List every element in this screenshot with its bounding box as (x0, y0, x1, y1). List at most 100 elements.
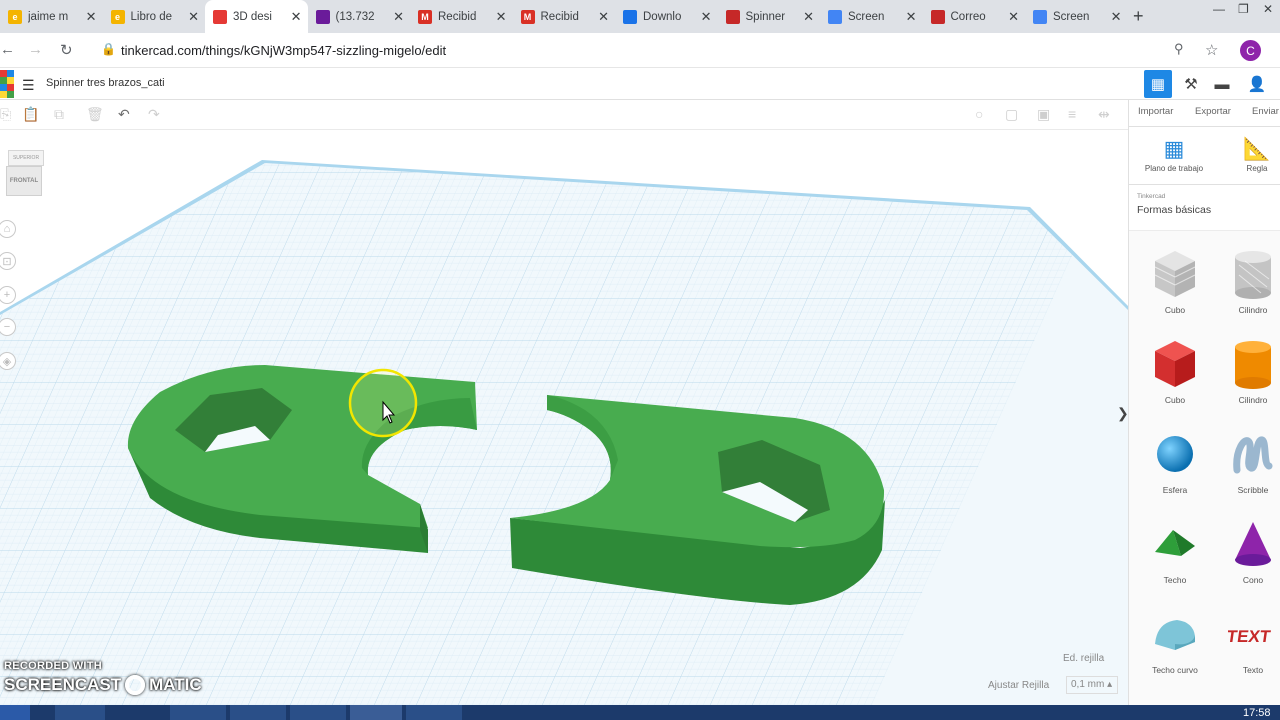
tab-title: Libro de (130, 10, 173, 23)
reload-icon[interactable]: ↻ (60, 41, 73, 59)
tab-3[interactable]: (13.732 ✕ (308, 0, 411, 33)
tab-close-icon[interactable]: ✕ (393, 9, 404, 25)
shape-tile-9[interactable]: TEXT Texto (1219, 605, 1280, 675)
workplane-scene[interactable] (0, 130, 1128, 705)
copy-icon[interactable]: ⎘ (0, 106, 11, 123)
svg-text:TEXT: TEXT (1228, 627, 1272, 646)
import-button[interactable]: Importar (1138, 106, 1173, 117)
paste-icon[interactable]: 📋 (22, 106, 39, 123)
gmail-icon: M (520, 9, 535, 24)
codeblocks-icon[interactable]: ▬ (1208, 70, 1236, 98)
redo-icon[interactable]: ↷ (148, 106, 160, 123)
send-button[interactable]: Enviar (1252, 106, 1279, 117)
mirror-icon[interactable]: ⇹ (1098, 106, 1110, 123)
viewcube-front-face[interactable]: FRONTAL (6, 166, 42, 196)
lock-icon[interactable]: 🔒 (101, 42, 116, 56)
tab-close-icon[interactable]: ✕ (291, 9, 302, 25)
tab-6[interactable]: Downlo ✕ (615, 0, 718, 33)
group-icon[interactable]: ▢ (1005, 106, 1018, 123)
ungroup-icon[interactable]: ▣ (1037, 106, 1050, 123)
3d-viewport[interactable]: SUPERIOR FRONTAL ⌂ ⊡ + − ◈ Ed. rejilla A… (0, 130, 1128, 705)
tab-10[interactable]: Screen ✕ (1025, 0, 1128, 33)
text-icon: TEXT (1219, 605, 1280, 665)
tab-5[interactable]: M Recibid ✕ (513, 0, 616, 33)
build-tools-icon[interactable]: ⚒ (1177, 70, 1205, 98)
tab-close-icon[interactable]: ✕ (1111, 9, 1122, 25)
zoom-icon[interactable]: ⚲ (1174, 41, 1184, 57)
duplicate-icon[interactable]: ⧉ (54, 106, 64, 123)
taskbar-snip[interactable] (406, 705, 462, 720)
tab-9[interactable]: Correo ✕ (923, 0, 1026, 33)
shape-tile-0[interactable]: Cubo (1141, 245, 1209, 315)
shape-tile-7[interactable]: Cono (1219, 515, 1280, 585)
shape-tile-3[interactable]: Cilindro (1219, 335, 1280, 405)
category-select[interactable]: Formas básicas (1137, 204, 1211, 216)
shapes-grid: Cubo Cilindro Cubo Cilindro Esfera Scribble Te… (1129, 230, 1280, 705)
new-tab-button[interactable]: + (1133, 6, 1144, 27)
panel-divider-2 (1129, 184, 1280, 185)
tab-close-icon[interactable]: ✕ (188, 9, 199, 25)
shape-tile-6[interactable]: Techo (1141, 515, 1209, 585)
start-button[interactable] (0, 705, 30, 720)
taskbar-app[interactable] (170, 705, 226, 720)
shape-tile-1[interactable]: Cilindro (1219, 245, 1280, 315)
snap-grid-label: Ajustar Rejilla (988, 680, 1050, 691)
taskbar-store[interactable] (110, 705, 160, 720)
snap-grid-select[interactable]: 0,1 mm ▴ (1066, 676, 1118, 694)
grid-view-icon[interactable]: ▦ (1144, 70, 1172, 98)
category-source: Tinkercad (1137, 193, 1166, 200)
tab-close-icon[interactable]: ✕ (701, 9, 712, 25)
tab-7[interactable]: Spinner ✕ (718, 0, 821, 33)
view-cube[interactable]: SUPERIOR FRONTAL (4, 150, 44, 196)
align-icon[interactable]: ≡ (1068, 106, 1076, 122)
taskbar-app-2[interactable] (290, 705, 346, 720)
project-menu-icon[interactable]: ☰ (22, 77, 35, 94)
taskbar-chrome[interactable] (350, 705, 402, 720)
back-icon[interactable]: ← (0, 41, 15, 58)
bookmark-star-icon[interactable]: ☆ (1205, 41, 1218, 59)
cylinder-icon (1219, 335, 1280, 395)
tab-close-icon[interactable]: ✕ (598, 9, 609, 25)
workplane-tool[interactable]: ▦ Plano de trabajo (1139, 136, 1209, 173)
edit-grid-button[interactable]: Ed. rejilla (1063, 653, 1104, 664)
url-field[interactable]: tinkercad.com/things/kGNjW3mp547-sizzlin… (121, 43, 446, 58)
edit-toolbar: ⎘ 📋 ⧉ 🗑 ↶ ↷ ○ ▢ ▣ ≡ ⇹ (0, 100, 1128, 130)
minimize-icon[interactable]: — (1213, 2, 1225, 16)
taskbar-ie[interactable] (55, 705, 105, 720)
workplane-label: Plano de trabajo (1144, 164, 1204, 173)
shape-tile-8[interactable]: Techo curvo (1141, 605, 1209, 675)
tab-title: Recibid (438, 10, 477, 23)
forward-icon[interactable]: → (28, 41, 43, 58)
maximize-icon[interactable]: ❐ (1238, 2, 1249, 16)
ruler-tool[interactable]: 📐 Regla (1237, 136, 1277, 173)
tab-close-icon[interactable]: ✕ (803, 9, 814, 25)
shape-tile-2[interactable]: Cubo (1141, 335, 1209, 405)
tinkercad-header: ☰ Spinner tres brazos_cati ▦ ⚒ ▬ 👤 (0, 68, 1280, 100)
tinkercad-logo[interactable] (0, 70, 14, 98)
delete-icon[interactable]: 🗑 (86, 106, 104, 123)
shape-label: Techo (1163, 575, 1187, 585)
tab-2[interactable]: 3D desi ✕ (205, 0, 308, 33)
viewcube-top-face[interactable]: SUPERIOR (8, 150, 44, 166)
tab-close-icon[interactable]: ✕ (86, 9, 97, 25)
share-user-icon[interactable]: 👤 (1243, 70, 1271, 98)
taskbar-explorer[interactable] (230, 705, 286, 720)
shape-tile-5[interactable]: Scribble (1219, 425, 1280, 495)
tab-1[interactable]: e Libro de ✕ (103, 0, 206, 33)
tab-close-icon[interactable]: ✕ (496, 9, 507, 25)
panel-expand-chevron-icon[interactable]: ❯ (1117, 405, 1129, 422)
undo-icon[interactable]: ↶ (118, 106, 130, 123)
tab-0[interactable]: e jaime m ✕ (0, 0, 103, 33)
close-window-icon[interactable]: ✕ (1263, 2, 1273, 16)
screencast-logo-icon (125, 675, 146, 695)
shape-tile-4[interactable]: Esfera (1141, 425, 1209, 495)
tab-8[interactable]: Screen ✕ (820, 0, 923, 33)
tab-4[interactable]: M Recibid ✕ (410, 0, 513, 33)
tab-close-icon[interactable]: ✕ (1008, 9, 1019, 25)
tab-close-icon[interactable]: ✕ (906, 9, 917, 25)
watermark-matic: MATIC (149, 675, 202, 694)
light-icon[interactable]: ○ (975, 106, 983, 122)
profile-avatar[interactable]: C (1240, 40, 1261, 61)
project-name[interactable]: Spinner tres brazos_cati (46, 77, 165, 89)
export-button[interactable]: Exportar (1195, 106, 1231, 117)
